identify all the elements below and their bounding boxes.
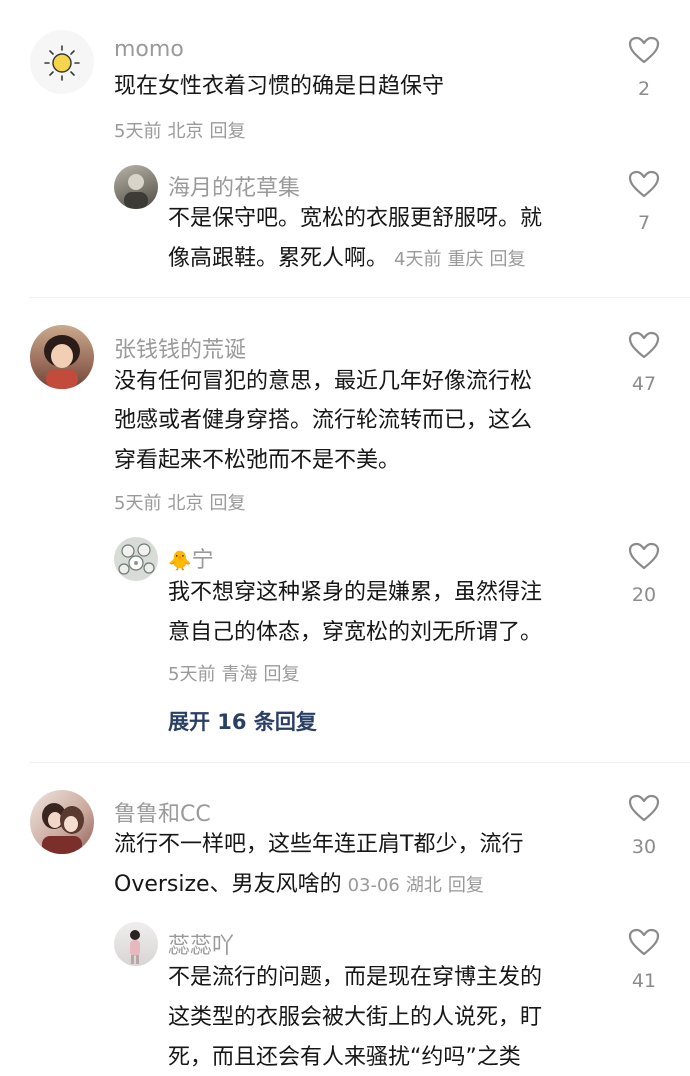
comment-text: 意自己的体态，穿宽松的刘无所谓了。 xyxy=(168,620,543,645)
like-button[interactable]: 47 xyxy=(614,331,674,395)
comment-text: 像高跟鞋。累死人啊。 4天前 重庆 回复 xyxy=(168,244,531,275)
comment-text: 没有任何冒犯的意思，最近几年好像流行松 xyxy=(114,369,533,394)
photo-avatar-icon xyxy=(124,174,148,209)
username[interactable]: 鲁鲁和CC xyxy=(114,796,211,828)
heart-icon xyxy=(628,794,660,822)
like-count: 7 xyxy=(637,212,651,234)
duck-emoji: 🐥 xyxy=(168,550,192,572)
timestamp: 4天前 xyxy=(394,249,442,270)
like-button[interactable]: 41 xyxy=(614,928,674,992)
comment-text: 弛感或者健身穿搭。流行轮流转而已，这么 xyxy=(114,408,533,433)
avatar[interactable] xyxy=(30,790,94,854)
heart-icon xyxy=(628,170,660,198)
like-count: 20 xyxy=(631,584,657,606)
location: 北京 xyxy=(167,493,204,514)
like-count: 30 xyxy=(631,836,657,858)
comment-text: 死，而且还会有人来骚扰“约吗”之类 xyxy=(168,1045,521,1070)
divider xyxy=(30,762,690,763)
username[interactable]: 蕊蕊吖 xyxy=(168,928,234,960)
like-count: 47 xyxy=(631,373,657,395)
divider xyxy=(30,297,690,298)
heart-icon xyxy=(628,928,660,956)
timestamp: 03-06 xyxy=(347,875,400,896)
location: 重庆 xyxy=(447,249,484,270)
reply-button[interactable]: 回复 xyxy=(263,664,299,685)
sun-icon xyxy=(44,45,80,81)
avatar[interactable] xyxy=(30,325,94,389)
username[interactable]: momo xyxy=(114,37,184,62)
heart-icon xyxy=(628,542,660,570)
photo-avatar-icon xyxy=(130,930,140,964)
like-count: 41 xyxy=(631,970,657,992)
comment-text: 这类型的衣服会被大街上的人说死，盯 xyxy=(168,1005,543,1030)
timestamp: 5天前 xyxy=(168,664,216,685)
comment-meta: 4天前 重庆 回复 xyxy=(394,249,531,270)
comment-text: Oversize、男友风啥的 03-06 湖北 回复 xyxy=(114,870,490,901)
comment-text: 不是流行的问题，而是现在穿博主发的 xyxy=(168,965,543,990)
comment-meta: 5天前 北京 回复 xyxy=(114,489,251,515)
username[interactable]: 海月的花草集 xyxy=(168,170,300,202)
comment-meta: 5天前 青海 回复 xyxy=(168,660,305,686)
location: 北京 xyxy=(167,121,204,142)
location: 湖北 xyxy=(405,875,442,896)
like-button[interactable]: 7 xyxy=(614,170,674,234)
avatar[interactable] xyxy=(114,165,158,209)
comment-text: 现在女性衣着习惯的确是日趋保守 xyxy=(114,74,445,99)
reply-button[interactable]: 回复 xyxy=(209,493,245,514)
reply-button[interactable]: 回复 xyxy=(209,121,245,142)
reply-button[interactable]: 回复 xyxy=(489,249,525,270)
avatar[interactable] xyxy=(114,922,158,966)
avatar[interactable] xyxy=(114,537,158,581)
comment-text: 穿看起来不松弛而不是不美。 xyxy=(114,448,401,473)
comment-meta: 5天前 北京 回复 xyxy=(114,117,251,143)
like-button[interactable]: 2 xyxy=(614,36,674,100)
comment-text: 我不想穿这种紧身的是嫌累，虽然得注 xyxy=(168,580,543,605)
cartoon-avatar-icon xyxy=(44,335,80,389)
like-button[interactable]: 20 xyxy=(614,542,674,606)
comment-text: 不是保守吧。宽松的衣服更舒服呀。就 xyxy=(168,206,543,231)
flower-avatar-icon xyxy=(118,543,155,575)
heart-icon xyxy=(628,331,660,359)
reply-button[interactable]: 回复 xyxy=(448,875,484,896)
timestamp: 5天前 xyxy=(114,121,162,142)
like-count: 2 xyxy=(637,78,651,100)
username[interactable]: 张钱钱的荒诞 xyxy=(114,332,246,364)
avatar[interactable] xyxy=(30,30,94,94)
couple-avatar-icon xyxy=(42,803,84,854)
timestamp: 5天前 xyxy=(114,493,162,514)
like-button[interactable]: 30 xyxy=(614,794,674,858)
comment-meta: 03-06 湖北 回复 xyxy=(348,875,490,896)
location: 青海 xyxy=(221,664,258,685)
expand-replies-button[interactable]: 展开 16 条回复 xyxy=(168,706,317,736)
comment-text: 流行不一样吧，这些年连正肩T都少，流行 xyxy=(114,832,524,857)
heart-icon xyxy=(628,36,660,64)
username[interactable]: 🐥宁 xyxy=(168,542,214,574)
